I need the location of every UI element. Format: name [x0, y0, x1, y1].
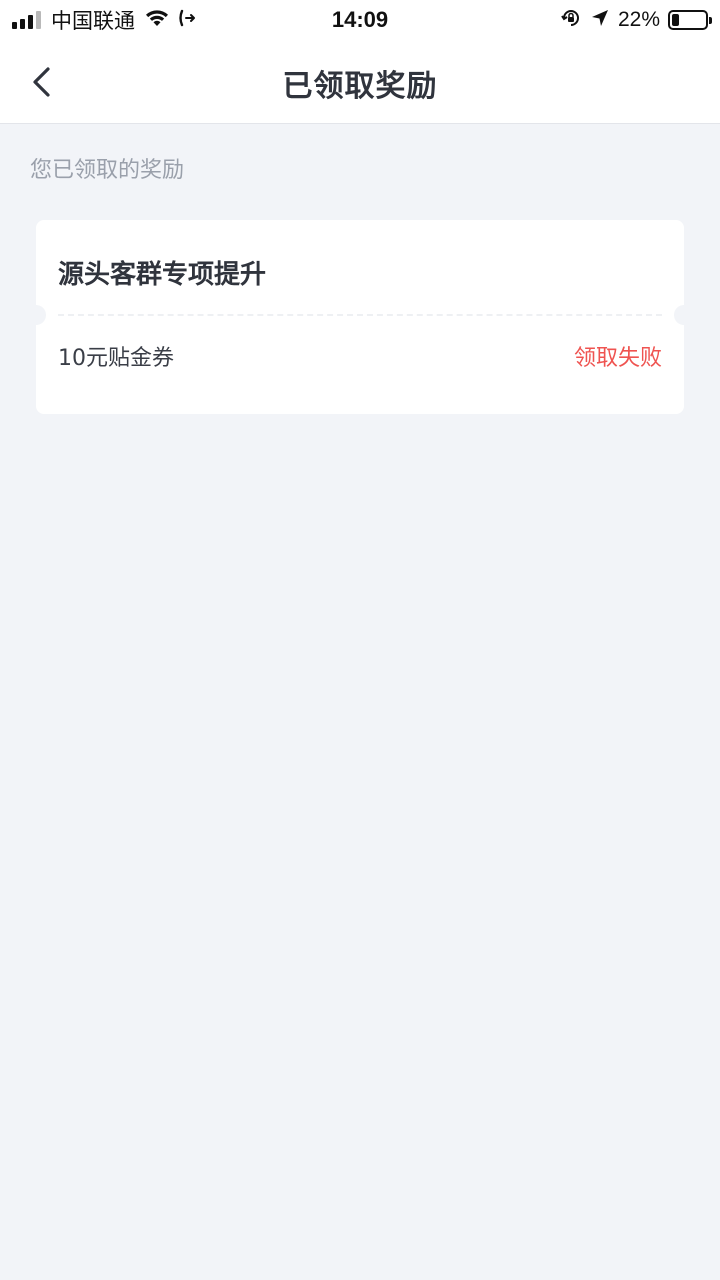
battery-icon	[668, 10, 712, 30]
reward-card[interactable]: 源头客群专项提升 10元贴金券 领取失败	[26, 220, 694, 414]
reward-card-title: 源头客群专项提升	[58, 260, 267, 290]
card-divider	[58, 314, 662, 316]
battery-percent: 22%	[617, 8, 660, 31]
orientation-lock-icon	[560, 7, 582, 34]
card-notch-left	[26, 305, 46, 325]
reward-item-status: 领取失败	[573, 346, 662, 371]
nav-bar: 已领取奖励	[0, 40, 720, 124]
battery-fill	[672, 14, 680, 26]
status-bar: 中国联通 14:09 22%	[0, 0, 720, 40]
section-label: 您已领取的奖励	[30, 158, 185, 183]
page-title: 已领取奖励	[282, 69, 438, 104]
reward-item-name: 10元贴金券	[58, 346, 174, 371]
location-arrow-icon	[590, 8, 610, 33]
card-notch-right	[674, 305, 694, 325]
status-bar-right: 22%	[560, 7, 712, 34]
